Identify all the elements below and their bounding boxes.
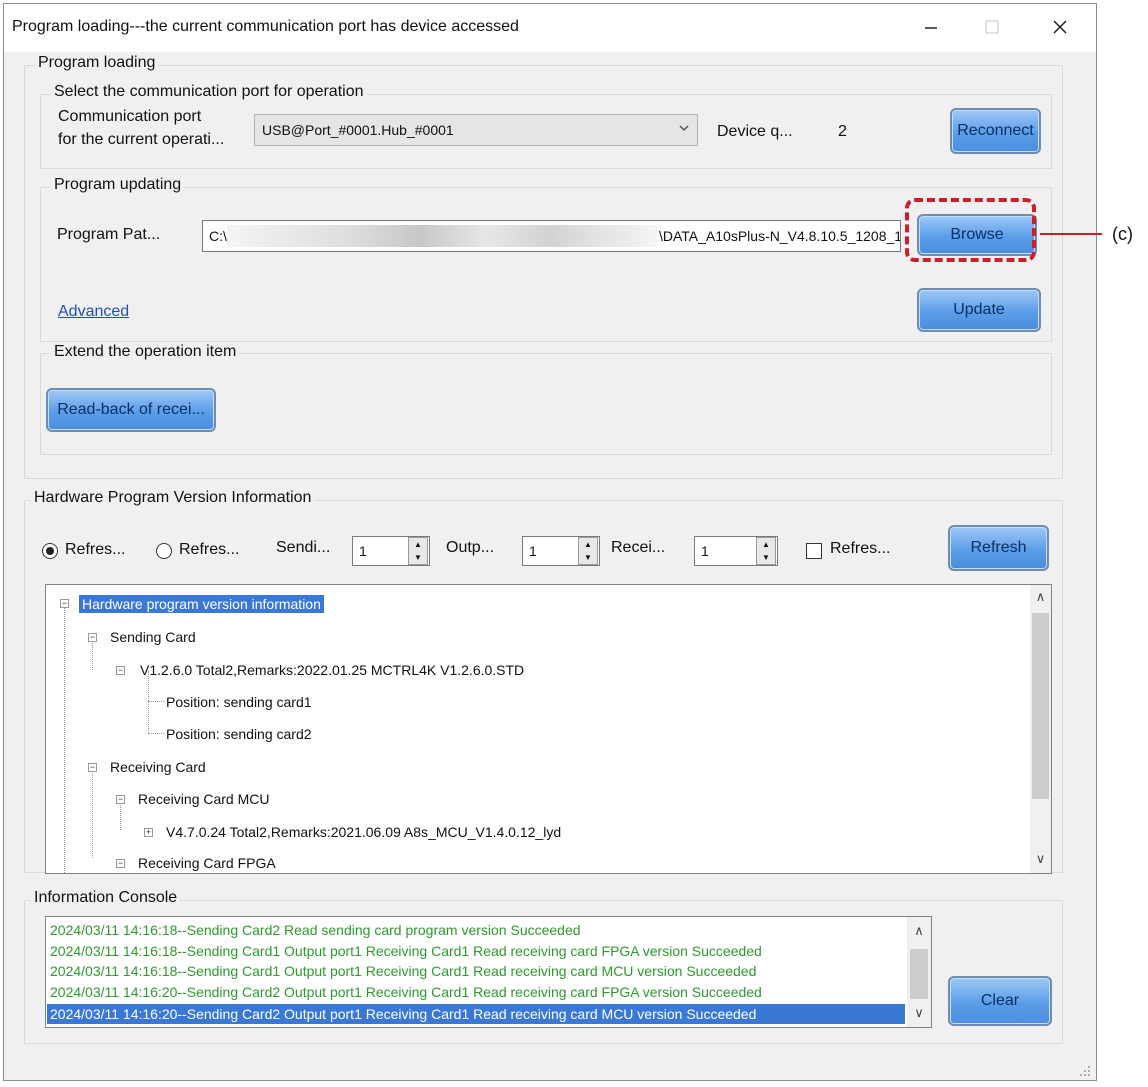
tree-node-sending-version[interactable]: V1.2.6.0 Total2,Remarks:2022.01.25 MCTRL…: [140, 662, 524, 678]
hardware-version-legend: Hardware Program Version Information: [31, 489, 315, 507]
sending-card-value: 1: [359, 543, 367, 559]
collapse-icon[interactable]: −: [88, 763, 97, 772]
scroll-up-icon[interactable]: ∧: [1030, 589, 1051, 605]
information-console-legend: Information Console: [31, 889, 181, 907]
sending-card-label: Sendi...: [276, 539, 331, 556]
update-button[interactable]: Update: [917, 288, 1041, 332]
console-line: 2024/03/11 14:16:18--Sending Card2 Read …: [50, 922, 581, 938]
collapse-icon[interactable]: −: [116, 859, 125, 868]
refresh-mode-radio-1-label: Refres...: [65, 541, 126, 558]
receiving-card-label: Recei...: [611, 539, 666, 556]
annotation-highlight-box: [905, 198, 1036, 262]
refresh-button[interactable]: Refresh: [948, 525, 1049, 571]
console-line: 2024/03/11 14:16:18--Sending Card1 Outpu…: [50, 943, 762, 959]
tree-connector: [92, 768, 93, 858]
tree-connector: [120, 800, 121, 830]
tree-node-receiving-fpga[interactable]: Receiving Card FPGA: [138, 855, 276, 871]
comm-port-label-line1: Communication port: [58, 108, 202, 125]
collapse-icon[interactable]: −: [116, 795, 125, 804]
comm-port-legend: Select the communication port for operat…: [51, 83, 367, 101]
tree-connector: [148, 701, 164, 702]
console-line: 2024/03/11 14:16:20--Sending Card2 Outpu…: [50, 984, 762, 1000]
clear-button[interactable]: Clear: [948, 976, 1052, 1026]
spin-arrows-icon[interactable]: ▲ ▼: [578, 537, 598, 565]
maximize-icon: [970, 10, 1014, 48]
console-line: 2024/03/11 14:16:18--Sending Card1 Outpu…: [50, 963, 757, 979]
console-scroll-thumb[interactable]: [910, 949, 928, 999]
tree-node-root[interactable]: Hardware program version information: [79, 595, 324, 613]
collapse-icon[interactable]: −: [60, 599, 69, 608]
collapse-icon[interactable]: −: [88, 633, 97, 642]
collapse-icon[interactable]: −: [116, 666, 125, 675]
sending-card-stepper[interactable]: 1 ▲ ▼: [352, 536, 430, 566]
device-qty-label: Device q...: [717, 123, 793, 140]
refresh-checkbox-label: Refres...: [830, 540, 891, 557]
receiving-card-value: 1: [701, 543, 709, 559]
comm-port-select[interactable]: USB@Port_#0001.Hub_#0001: [254, 114, 698, 146]
output-port-value: 1: [529, 543, 537, 559]
tree-node-receiving-mcu[interactable]: Receiving Card MCU: [138, 791, 269, 807]
advanced-link[interactable]: Advanced: [58, 303, 129, 321]
console-scrollbar[interactable]: ∧ ∨: [907, 917, 931, 1027]
tree-scroll-thumb[interactable]: [1032, 613, 1049, 799]
program-path-suffix: \DATA_A10sPlus-N_V4.8.10.5_1208_1156\DAT…: [659, 228, 901, 244]
console-line-selected: 2024/03/11 14:16:20--Sending Card2 Outpu…: [50, 1006, 757, 1022]
program-path-input[interactable]: C:\ \DATA_A10sPlus-N_V4.8.10.5_1208_1156…: [202, 220, 901, 252]
device-qty-value: 2: [838, 123, 847, 140]
readback-button[interactable]: Read-back of recei...: [46, 388, 216, 432]
console-log-list[interactable]: 2024/03/11 14:16:18--Sending Card2 Read …: [45, 916, 932, 1028]
scroll-up-icon[interactable]: ∧: [907, 923, 931, 939]
tree-node-position-1[interactable]: Position: sending card1: [166, 694, 312, 710]
tree-node-mcu-version[interactable]: V4.7.0.24 Total2,Remarks:2021.06.09 A8s_…: [166, 824, 561, 840]
program-loading-legend: Program loading: [35, 54, 159, 72]
refresh-checkbox[interactable]: [806, 543, 822, 559]
refresh-mode-radio-2-label: Refres...: [179, 541, 240, 558]
program-loading-window: Program loading---the current communicat…: [3, 3, 1097, 1081]
tree-node-sending-card[interactable]: Sending Card: [110, 629, 196, 645]
program-path-prefix: C:\: [209, 228, 227, 244]
extend-operation-legend: Extend the operation item: [51, 343, 240, 361]
expand-icon[interactable]: +: [144, 828, 153, 837]
program-path-label: Program Pat...: [57, 226, 161, 243]
close-icon[interactable]: [1038, 10, 1082, 48]
annotation-callout-line: [1040, 233, 1102, 235]
tree-scrollbar[interactable]: ∧ ∨: [1030, 585, 1051, 873]
scroll-down-icon[interactable]: ∨: [907, 1005, 931, 1021]
title-bar: Program loading---the current communicat…: [4, 4, 1096, 52]
program-updating-group: [40, 187, 1052, 342]
chevron-down-icon: [677, 121, 691, 138]
tree-node-position-2[interactable]: Position: sending card2: [166, 726, 312, 742]
annotation-label: (c): [1112, 224, 1133, 244]
hardware-version-tree[interactable]: − Hardware program version information −…: [45, 584, 1052, 874]
tree-connector: [64, 603, 65, 873]
minimize-icon[interactable]: [909, 10, 953, 48]
window-title: Program loading---the current communicat…: [12, 18, 519, 35]
tree-connector: [92, 638, 93, 670]
spin-arrows-icon[interactable]: ▲ ▼: [408, 537, 428, 565]
refresh-mode-radio-1[interactable]: [42, 543, 58, 559]
output-port-stepper[interactable]: 1 ▲ ▼: [522, 536, 600, 566]
comm-port-selected-value: USB@Port_#0001.Hub_#0001: [262, 122, 454, 138]
refresh-mode-radio-2[interactable]: [156, 543, 172, 559]
tree-connector: [148, 671, 149, 733]
scroll-down-icon[interactable]: ∨: [1030, 851, 1051, 867]
receiving-card-stepper[interactable]: 1 ▲ ▼: [694, 536, 778, 566]
tree-connector: [148, 733, 164, 734]
program-updating-legend: Program updating: [51, 176, 185, 194]
spin-arrows-icon[interactable]: ▲ ▼: [756, 537, 776, 565]
reconnect-button[interactable]: Reconnect: [950, 108, 1041, 154]
redacted-path-segment: [227, 225, 657, 247]
output-port-label: Outp...: [446, 539, 495, 556]
comm-port-label-line2: for the current operati...: [58, 131, 225, 148]
resize-grip-icon[interactable]: [1076, 1062, 1092, 1078]
tree-node-receiving-card[interactable]: Receiving Card: [110, 759, 206, 775]
